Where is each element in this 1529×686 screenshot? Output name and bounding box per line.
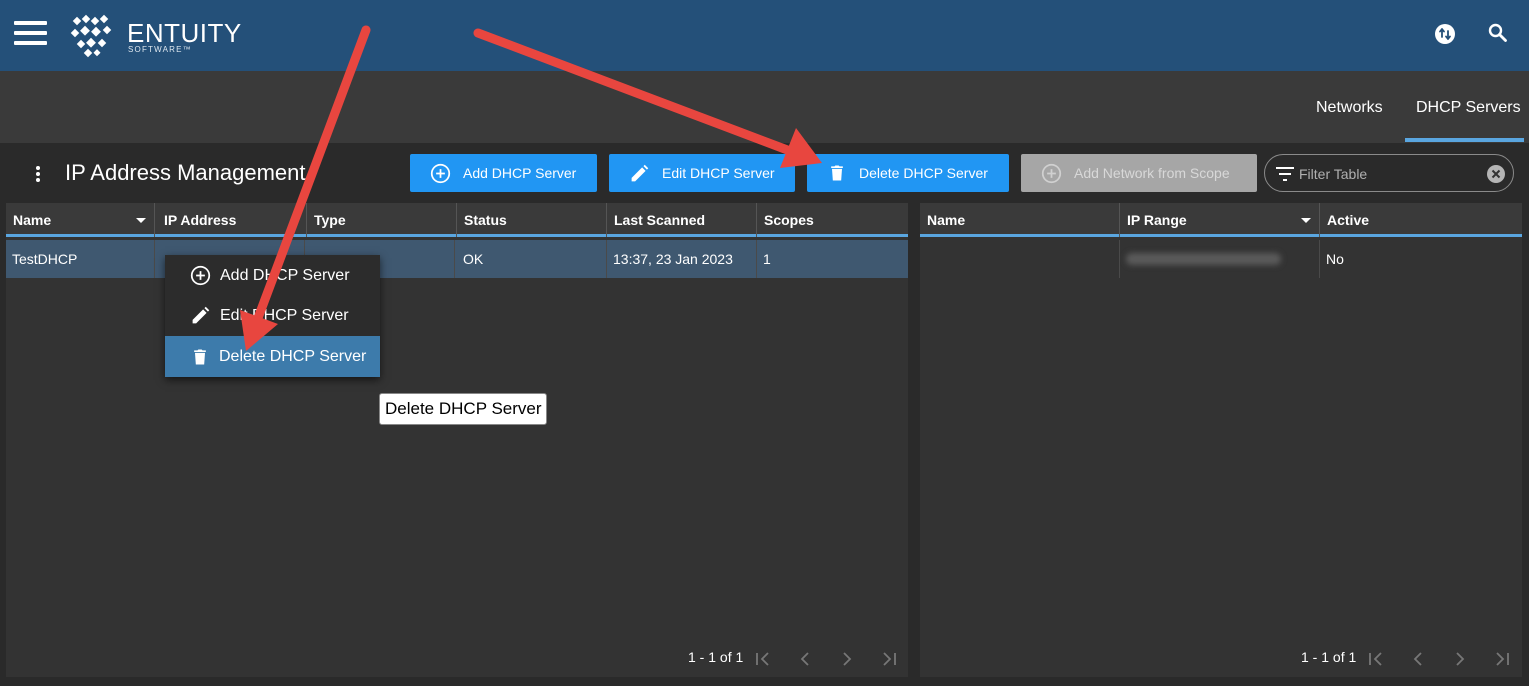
edit-dhcp-server-button[interactable]: Edit DHCP Server (609, 154, 795, 192)
filter-table-input[interactable] (1299, 164, 1479, 184)
prev-page-icon[interactable] (796, 649, 814, 669)
table-header: Name IP Range Active (920, 203, 1522, 237)
last-page-icon[interactable] (1493, 649, 1511, 669)
last-page-icon[interactable] (880, 649, 898, 669)
tooltip: Delete DHCP Server (379, 393, 547, 425)
add-circle-icon (190, 265, 211, 286)
edit-dhcp-server-label: Edit DHCP Server (662, 165, 775, 181)
cell-name: TestDHCP (6, 240, 155, 278)
next-page-icon[interactable] (1451, 649, 1469, 669)
add-network-from-scope-label: Add Network from Scope (1074, 165, 1230, 181)
row-context-menu: Add DHCP Server Edit DHCP Server Delete … (165, 255, 380, 377)
pagination: 1 - 1 of 1 (1300, 649, 1515, 669)
delete-dhcp-server-button[interactable]: Delete DHCP Server (807, 154, 1009, 192)
active-tab-indicator (1405, 138, 1524, 142)
next-page-icon[interactable] (838, 649, 856, 669)
switch-icon[interactable] (1433, 22, 1457, 46)
column-header-active[interactable]: Active (1320, 203, 1522, 237)
column-header-status[interactable]: Status (457, 203, 607, 237)
redacted-value (1126, 253, 1281, 265)
tab-strip: Networks DHCP Servers (0, 71, 1529, 143)
cell-active: No (1326, 251, 1344, 267)
search-icon[interactable] (1486, 21, 1510, 45)
context-menu-item-label: Add DHCP Server (220, 266, 350, 284)
sort-desc-icon (1301, 218, 1311, 223)
column-header-ip-range[interactable]: IP Range (1120, 203, 1320, 237)
column-header-type[interactable]: Type (307, 203, 457, 237)
table-header: Name IP Address Type Status Last Scanned… (6, 203, 908, 237)
table-row[interactable]: No (920, 240, 1522, 278)
add-dhcp-server-label: Add DHCP Server (463, 165, 577, 181)
logo-subtext: SOFTWARE™ (128, 45, 192, 54)
context-menu-item-label: Edit DHCP Server (220, 306, 349, 324)
filter-icon (1276, 167, 1294, 181)
sort-desc-icon (136, 218, 146, 223)
first-page-icon[interactable] (754, 649, 772, 669)
cell-status: OK (457, 240, 607, 278)
pencil-icon (192, 306, 210, 324)
logo-mark-icon (70, 14, 112, 58)
column-header-name[interactable]: Name (920, 203, 1120, 237)
pagination-label: 1 - 1 of 1 (1301, 649, 1357, 665)
delete-dhcp-server-label: Delete DHCP Server (859, 165, 988, 181)
column-header-ip-address[interactable]: IP Address (157, 203, 307, 237)
pagination-label: 1 - 1 of 1 (688, 649, 744, 665)
column-header-name[interactable]: Name (6, 203, 155, 237)
prev-page-icon[interactable] (1409, 649, 1427, 669)
add-circle-icon (1041, 163, 1062, 183)
column-header-scopes[interactable]: Scopes (757, 203, 908, 237)
add-circle-icon (430, 163, 451, 183)
dhcp-servers-table: Name IP Address Type Status Last Scanned… (6, 203, 908, 677)
pagination: 1 - 1 of 1 (686, 649, 901, 669)
logo[interactable]: ENTUITY SOFTWARE™ (70, 14, 250, 58)
context-menu-edit-dhcp-server[interactable]: Edit DHCP Server (165, 295, 380, 336)
app-bar: ENTUITY SOFTWARE™ (0, 0, 1529, 71)
page-title: IP Address Management (65, 160, 306, 185)
tab-networks[interactable]: Networks (1316, 99, 1383, 117)
more-vert-icon[interactable] (32, 162, 44, 186)
tab-dhcp-servers[interactable]: DHCP Servers (1416, 99, 1521, 117)
trash-icon (831, 165, 843, 181)
clear-icon[interactable] (1486, 164, 1506, 184)
context-menu-item-label: Delete DHCP Server (219, 347, 367, 365)
cell-ip-range (1120, 240, 1320, 278)
cell-name (920, 240, 1120, 278)
first-page-icon[interactable] (1367, 649, 1385, 669)
column-header-last-scanned[interactable]: Last Scanned (607, 203, 757, 237)
table-row[interactable]: TestDHCP OK 13:37, 23 Jan 2023 1 (6, 240, 908, 278)
add-network-from-scope-button[interactable]: Add Network from Scope (1021, 154, 1257, 192)
trash-icon (194, 349, 206, 364)
context-menu-add-dhcp-server[interactable]: Add DHCP Server (165, 255, 380, 296)
context-menu-delete-dhcp-server[interactable]: Delete DHCP Server (165, 336, 380, 377)
menu-icon[interactable] (14, 21, 47, 45)
dhcp-scopes-table: Name IP Range Active No 1 - 1 of 1 (920, 203, 1522, 677)
add-dhcp-server-button[interactable]: Add DHCP Server (410, 154, 597, 192)
cell-last-scanned: 13:37, 23 Jan 2023 (607, 240, 757, 278)
cell-scopes: 1 (763, 251, 771, 267)
pencil-icon (631, 164, 649, 181)
filter-table-field (1264, 154, 1514, 192)
